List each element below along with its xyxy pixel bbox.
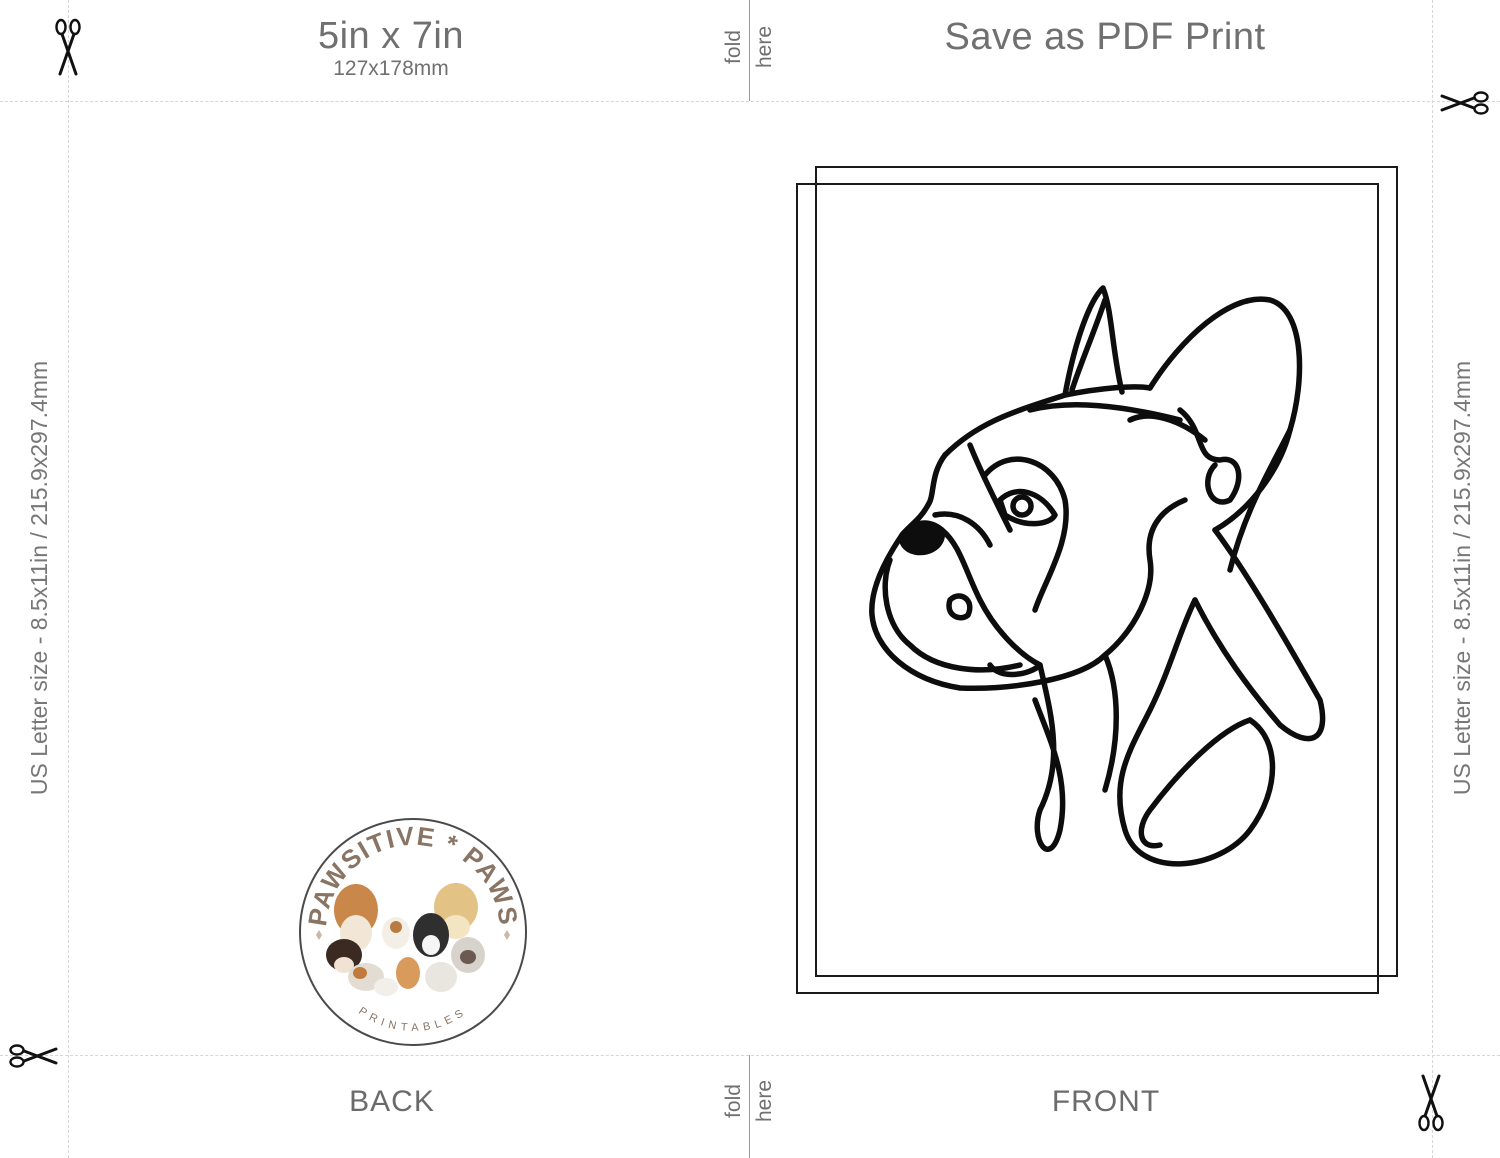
scissors-icon bbox=[1418, 1074, 1444, 1132]
top-cut-guide bbox=[0, 101, 1500, 102]
fold-line-top bbox=[749, 0, 750, 101]
scissors-icon bbox=[55, 18, 81, 76]
card-size-mm: 127x178mm bbox=[333, 57, 449, 80]
paper-size-label-left: US Letter size - 8.5x11in / 215.9x297.4m… bbox=[26, 360, 52, 796]
left-cut-guide bbox=[68, 0, 69, 1158]
fold-label-bottom: fold bbox=[722, 1084, 745, 1118]
card-size-inches: 5in x 7in bbox=[317, 15, 465, 57]
right-cut-guide bbox=[1432, 0, 1433, 1158]
scissors-icon bbox=[1440, 91, 1489, 115]
bottom-cut-guide bbox=[0, 1055, 1500, 1056]
fold-line-bottom bbox=[749, 1055, 750, 1158]
fold-label-top: fold bbox=[722, 30, 745, 64]
here-label-bottom: here bbox=[753, 1079, 776, 1123]
scissors-icon bbox=[9, 1044, 58, 1068]
front-panel-label: FRONT bbox=[1051, 1085, 1161, 1118]
back-panel-label: BACK bbox=[349, 1085, 435, 1118]
save-as-pdf-title: Save as PDF Print bbox=[944, 16, 1266, 58]
french-bulldog-line-art bbox=[869, 285, 1326, 867]
paper-size-label-right: US Letter size - 8.5x11in / 215.9x297.4m… bbox=[1449, 360, 1475, 796]
here-label-top: here bbox=[753, 25, 776, 69]
pawsitive-paws-logo: PAWSITIVE * PAWS PRINTABLES bbox=[299, 818, 527, 1046]
